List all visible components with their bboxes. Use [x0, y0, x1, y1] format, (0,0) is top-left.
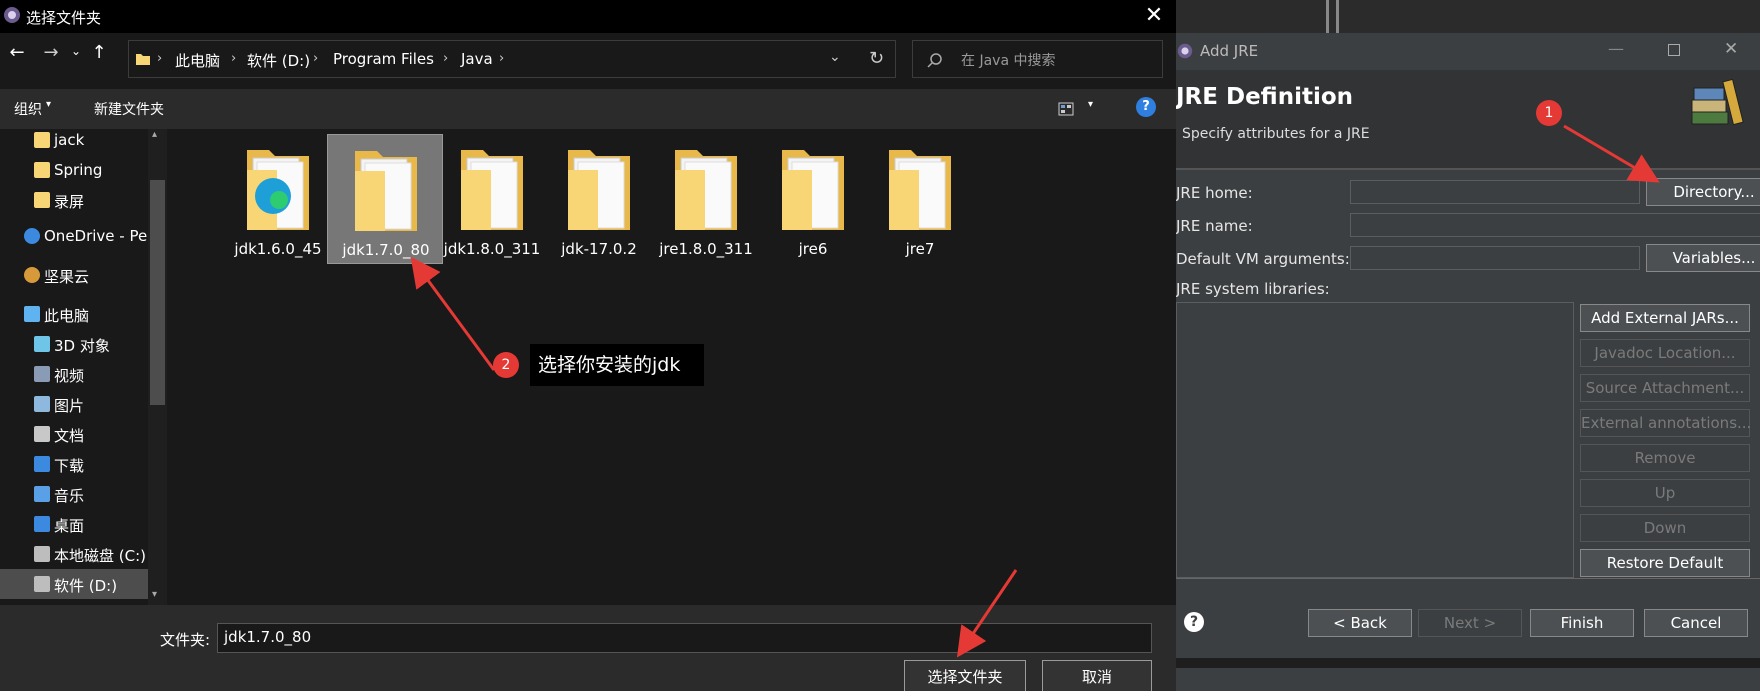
step-2-note: 选择你安装的jdk [530, 344, 704, 386]
screen: 选择文件夹 ✕ ← → ⌄ ↑ › 此电脑 › 软件 (D:) › Progra… [0, 0, 1760, 691]
arrow-to-select-button [956, 569, 1018, 658]
step-badge-2: 2 [493, 352, 519, 378]
arrow-to-directory [1563, 124, 1660, 183]
step-badge-1: 1 [1536, 100, 1562, 126]
arrow-to-selected-folder [410, 256, 496, 371]
annotation-arrows [410, 124, 1660, 658]
